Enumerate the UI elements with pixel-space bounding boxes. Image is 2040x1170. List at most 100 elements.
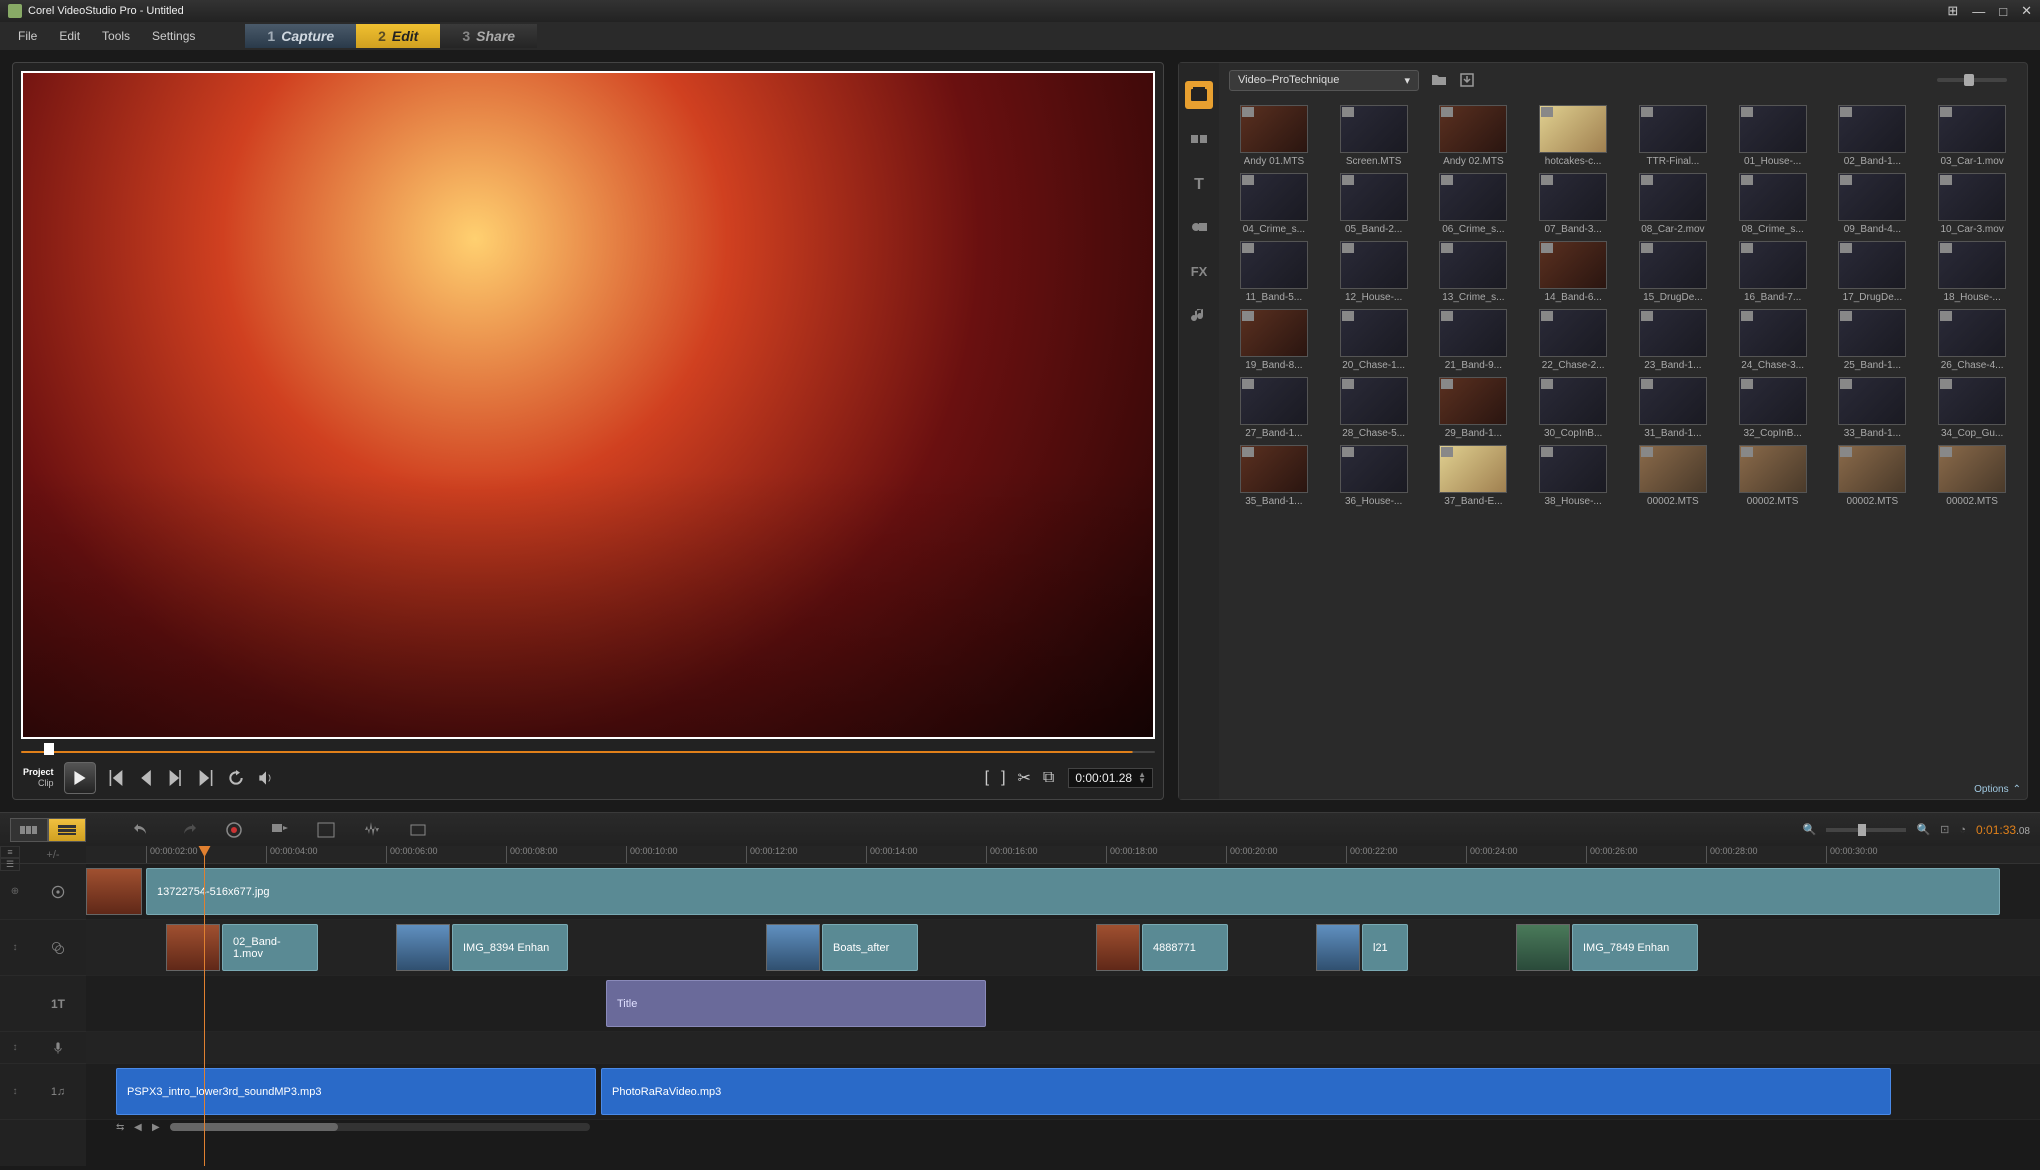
overlay-clip[interactable]: Boats_after (822, 924, 918, 971)
fit-project-button[interactable]: ⊡ (1940, 823, 1949, 836)
workflow-tab-capture[interactable]: 1Capture (245, 24, 356, 48)
overlay-clip[interactable]: 4888771 (1142, 924, 1228, 971)
overlay-clip[interactable]: IMG_8394 Enhan (452, 924, 568, 971)
minimize-button[interactable]: — (1972, 4, 1985, 19)
mark-out-button[interactable]: ] (1001, 769, 1005, 787)
graphic-category-button[interactable] (1185, 213, 1213, 241)
voice-track[interactable] (86, 1032, 2040, 1064)
library-clip[interactable]: 00002.MTS (1624, 445, 1722, 507)
batch-convert-button[interactable] (268, 818, 292, 842)
library-clip[interactable]: 29_Band-1... (1425, 377, 1523, 439)
music-clip[interactable]: PhotoRaRaVideo.mp3 (601, 1068, 1891, 1115)
library-clip[interactable]: 13_Crime_s... (1425, 241, 1523, 303)
library-clip[interactable]: 27_Band-1... (1225, 377, 1323, 439)
overlay-clip[interactable]: IMG_7849 Enhan (1572, 924, 1698, 971)
video-clip-thumbnail[interactable] (86, 868, 142, 915)
scroll-toggle-icon[interactable]: ⇆ (116, 1122, 128, 1132)
library-clip[interactable]: 11_Band-5... (1225, 241, 1323, 303)
play-button[interactable] (64, 762, 96, 794)
zoom-out-button[interactable]: 🔍 (1803, 823, 1817, 836)
library-clip[interactable]: 28_Chase-5... (1325, 377, 1423, 439)
preview-scrubber[interactable] (21, 747, 1155, 757)
music-clip[interactable]: PSPX3_intro_lower3rd_soundMP3.mp3 (116, 1068, 596, 1115)
library-clip[interactable]: 33_Band-1... (1824, 377, 1922, 439)
track-manager-button[interactable] (406, 818, 430, 842)
library-clip[interactable]: 07_Band-3... (1524, 173, 1622, 235)
library-clip[interactable]: 37_Band-E... (1425, 445, 1523, 507)
title-category-button[interactable]: T (1185, 169, 1213, 197)
timeline-view-button[interactable] (48, 818, 86, 842)
volume-button[interactable] (256, 768, 276, 788)
overlay-clip-thumbnail[interactable] (1516, 924, 1570, 971)
library-clip[interactable]: 10_Car-3.mov (1923, 173, 2021, 235)
library-clip[interactable]: 21_Band-9... (1425, 309, 1523, 371)
library-clip[interactable]: 16_Band-7... (1724, 241, 1822, 303)
library-clip[interactable]: 17_DrugDe... (1824, 241, 1922, 303)
timeline-hscrollbar[interactable]: ⇆ ◀ ▶ (86, 1120, 2040, 1134)
title-track[interactable]: Title (86, 976, 2040, 1032)
import-media-button[interactable] (1457, 70, 1477, 90)
media-category-button[interactable] (1185, 81, 1213, 109)
library-clip[interactable]: 15_DrugDe... (1624, 241, 1722, 303)
overlay-clip[interactable]: 02_Band-1.mov (222, 924, 318, 971)
next-frame-button[interactable] (166, 768, 186, 788)
workflow-tab-edit[interactable]: 2Edit (356, 24, 440, 48)
zoom-in-button[interactable]: 🔍 (1916, 823, 1930, 836)
preview-screen[interactable] (21, 71, 1155, 739)
scroll-right-button[interactable]: ▶ (152, 1122, 164, 1132)
library-clip[interactable]: 36_House-... (1325, 445, 1423, 507)
library-clip[interactable]: 04_Crime_s... (1225, 173, 1323, 235)
timeline-zoom-slider[interactable] (1826, 828, 1906, 832)
library-clip[interactable]: 00002.MTS (1724, 445, 1822, 507)
timeline-ruler[interactable]: 00:00:02:0000:00:04:0000:00:06:0000:00:0… (86, 846, 2040, 864)
overlay-clip-thumbnail[interactable] (1096, 924, 1140, 971)
library-clip[interactable]: 31_Band-1... (1624, 377, 1722, 439)
thumbnail-zoom-slider[interactable] (1937, 78, 2007, 82)
overlay-track[interactable]: 02_Band-1.mov IMG_8394 Enhan Boats_after 48… (86, 920, 2040, 976)
library-clip[interactable]: 02_Band-1... (1824, 105, 1922, 167)
overlay-clip[interactable]: l21 (1362, 924, 1408, 971)
goto-end-button[interactable] (196, 768, 216, 788)
overlay-clip-thumbnail[interactable] (166, 924, 220, 971)
overlay-clip-thumbnail[interactable] (766, 924, 820, 971)
mark-in-button[interactable]: [ (985, 769, 989, 787)
overlay-clip-thumbnail[interactable] (1316, 924, 1360, 971)
overlay-clip-thumbnail[interactable] (396, 924, 450, 971)
settings-grid-icon[interactable]: ⊞ (1947, 3, 1958, 19)
library-clip[interactable]: 00002.MTS (1824, 445, 1922, 507)
library-clip[interactable]: Screen.MTS (1325, 105, 1423, 167)
workflow-tab-share[interactable]: 3Share (440, 24, 537, 48)
library-clip[interactable]: 09_Band-4... (1824, 173, 1922, 235)
close-button[interactable]: ✕ (2021, 3, 2032, 19)
video-clip[interactable]: 13722754-516x677.jpg (146, 868, 2000, 915)
options-panel-toggle[interactable]: Options⌃ (1974, 784, 2021, 795)
menu-edit[interactable]: Edit (49, 25, 90, 47)
hscroll-thumb[interactable] (170, 1123, 338, 1131)
video-track-header[interactable]: ⊕ (0, 864, 86, 920)
gallery-dropdown[interactable]: Video–ProTechnique▾ (1229, 70, 1419, 91)
library-clip[interactable]: 03_Car-1.mov (1923, 105, 2021, 167)
music-track[interactable]: PSPX3_intro_lower3rd_soundMP3.mp3PhotoRa… (86, 1064, 2040, 1120)
audio-category-button[interactable] (1185, 301, 1213, 329)
library-clip[interactable]: 35_Band-1... (1225, 445, 1323, 507)
library-clip[interactable]: 14_Band-6... (1524, 241, 1622, 303)
library-clip[interactable]: 23_Band-1... (1624, 309, 1722, 371)
timeline-tracks-area[interactable]: 00:00:02:0000:00:04:0000:00:06:0000:00:0… (86, 846, 2040, 1166)
storyboard-view-button[interactable] (10, 818, 48, 842)
playhead[interactable] (204, 846, 205, 1166)
library-clip[interactable]: 00002.MTS (1923, 445, 2021, 507)
overlay-track-header[interactable]: ↕ (0, 920, 86, 976)
library-clip[interactable]: 34_Cop_Gu... (1923, 377, 2021, 439)
library-clip[interactable]: TTR-Final... (1624, 105, 1722, 167)
enlarge-preview-button[interactable]: ⧉ (1043, 769, 1054, 787)
voice-track-header[interactable]: ↕ (0, 1032, 86, 1064)
library-clip[interactable]: 18_House-... (1923, 241, 2021, 303)
scrub-handle[interactable] (44, 743, 54, 755)
show-all-tracks-button[interactable]: ≡ (0, 846, 20, 858)
library-clip[interactable]: 25_Band-1... (1824, 309, 1922, 371)
sound-mixer-button[interactable] (360, 818, 384, 842)
preview-timecode[interactable]: 0:00:01.28 ▲▼ (1068, 768, 1153, 788)
undo-button[interactable] (130, 818, 154, 842)
library-clip[interactable]: Andy 02.MTS (1425, 105, 1523, 167)
menu-tools[interactable]: Tools (92, 25, 140, 47)
